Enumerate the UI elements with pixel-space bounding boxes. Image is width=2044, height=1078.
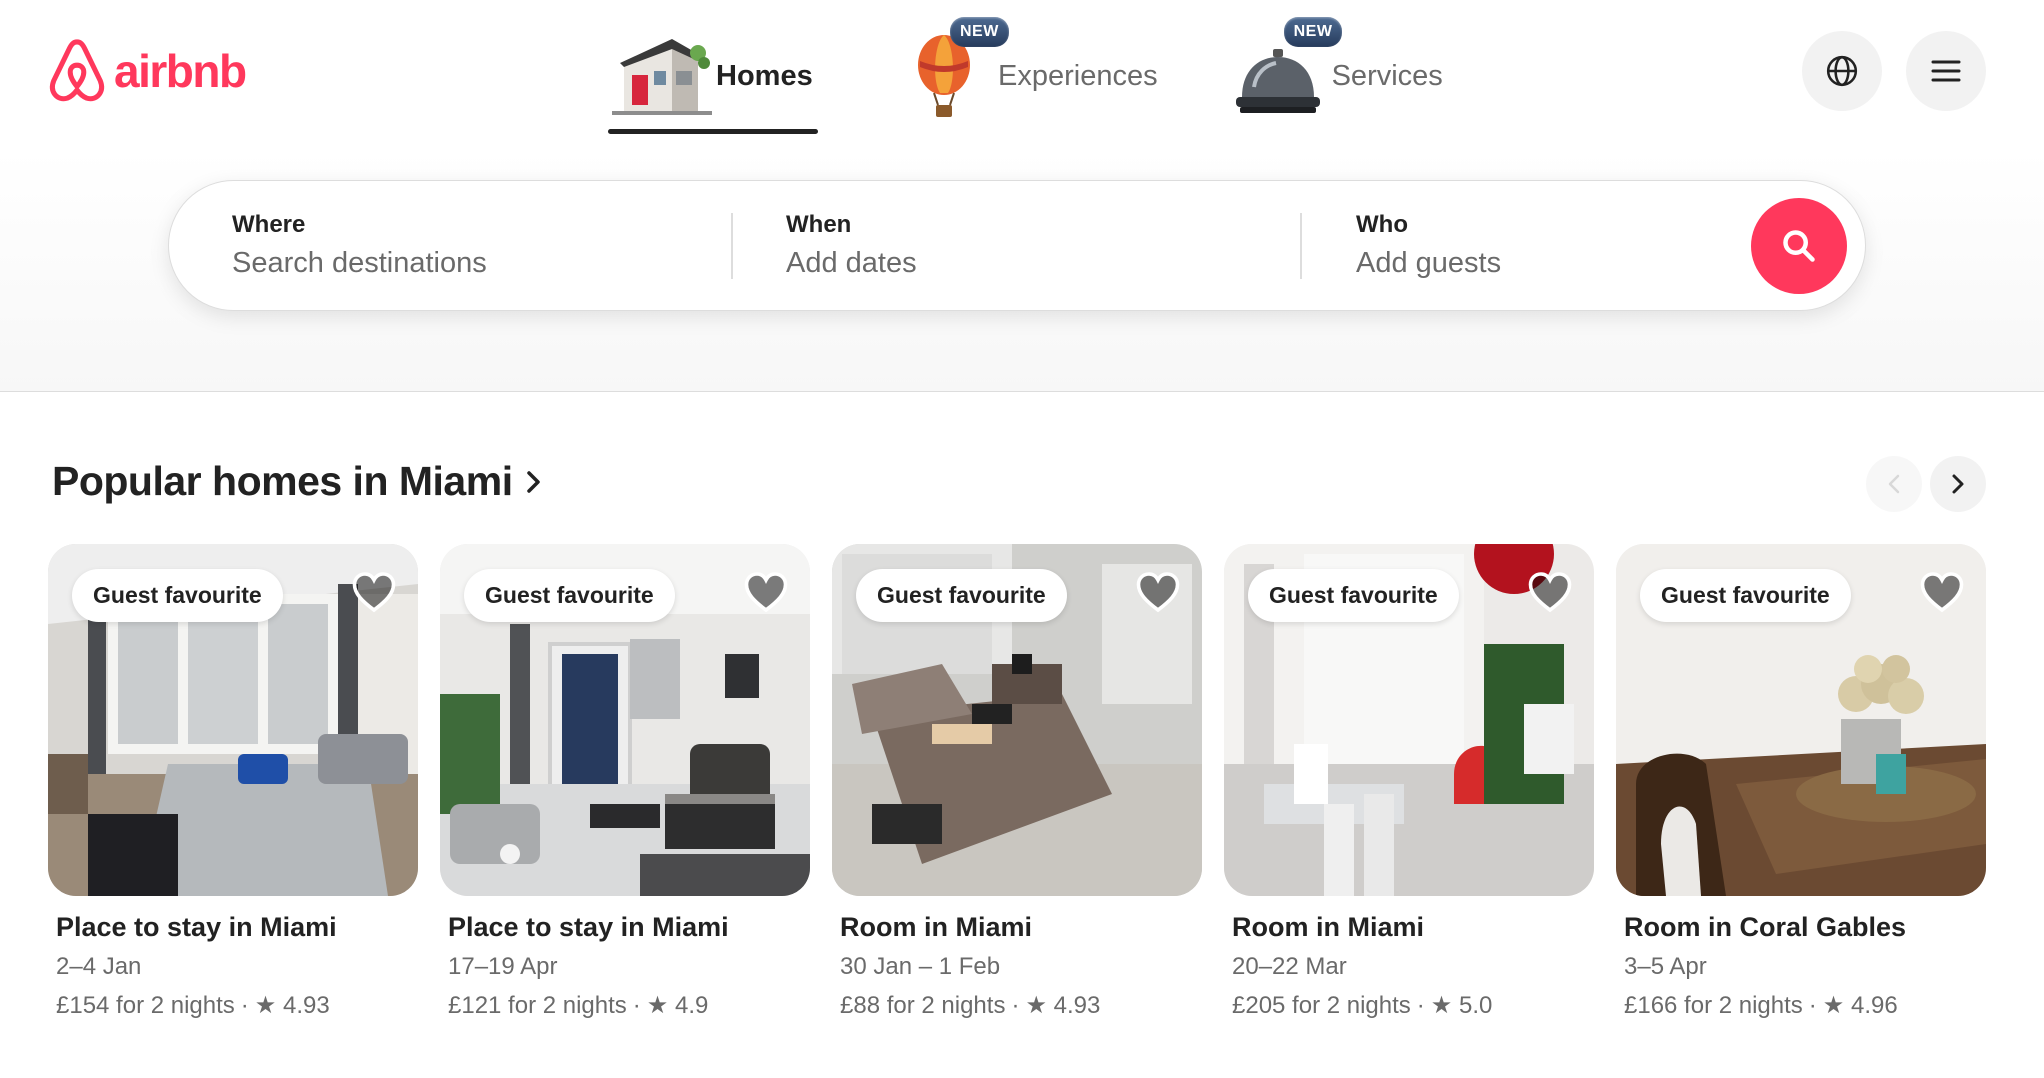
language-button[interactable] [1802,31,1882,111]
heart-icon[interactable] [1134,568,1182,616]
listing-photo[interactable]: Guest favourite [832,544,1202,896]
listing-title: Place to stay in Miami [448,912,729,942]
listing-title: Room in Miami [1232,912,1425,942]
section-title[interactable]: Popular homes in Miami [52,458,543,505]
airbnb-logo-icon [49,39,105,102]
listing-dates: 30 Jan – 1 Feb [840,953,1001,980]
star-icon: ★ [1430,992,1453,1019]
star-icon: ★ [1822,992,1845,1019]
guest-favourite-badge: Guest favourite [856,569,1067,622]
listing-photo[interactable]: Guest favourite [1616,544,1986,896]
listing-dates: 17–19 Apr [448,953,558,980]
chevron-left-icon [1888,474,1900,494]
search-icon [1783,230,1815,262]
listing-photo[interactable]: Guest favourite [440,544,810,896]
tab-experiences-label: Experiences [998,59,1158,92]
listing-card[interactable]: Guest favourite Room in Miami 30 Jan – 1… [832,544,1202,1020]
when-label: When [786,211,852,238]
category-nav: Homes NEW Experiences NEW Services [604,17,1443,134]
heart-icon[interactable] [1918,568,1966,616]
star-icon: ★ [1025,992,1047,1019]
listing-rating: 4.93 [1053,992,1101,1019]
where-placeholder: Search destinations [232,247,487,279]
listing-price-rating: £154 for 2 nights · ★ 4.93 [56,991,418,1020]
separator: · [1808,992,1817,1019]
new-badge: NEW [950,17,1009,47]
heart-icon[interactable] [1526,568,1574,616]
heart-icon[interactable] [742,568,790,616]
listing-price: £154 for 2 nights [56,992,235,1019]
listing-card[interactable]: Guest favourite Room in Coral Gables 3–5… [1616,544,1986,1020]
listing-dates: 2–4 Jan [56,953,142,980]
airbnb-logo[interactable]: airbnb [46,38,247,104]
separator: · [240,992,249,1019]
listing-title: Place to stay in Miami [56,912,337,942]
listing-rating: 4.93 [282,992,330,1019]
listing-dates: 3–5 Apr [1624,953,1707,980]
tab-experiences[interactable]: NEW Experiences [894,17,1158,132]
separator: · [1416,992,1425,1019]
guest-favourite-badge: Guest favourite [1248,569,1459,622]
hamburger-menu-icon [1931,60,1961,82]
house-icon [612,39,712,115]
brand-name: airbnb [114,45,247,97]
listing-rating: 5.0 [1458,992,1493,1019]
heart-icon[interactable] [350,568,398,616]
tab-services-label: Services [1331,59,1443,92]
search-button[interactable] [1751,198,1847,294]
where-field[interactable]: Where Search destinations [232,211,487,280]
who-label: Who [1356,211,1408,238]
listing-photo[interactable]: Guest favourite [1224,544,1594,896]
search-divider [1300,213,1302,279]
star-icon: ★ [646,992,669,1019]
when-placeholder: Add dates [786,247,917,279]
listing-price-rating: £166 for 2 nights · ★ 4.96 [1624,991,1986,1020]
chevron-right-icon [526,470,540,493]
separator: · [1011,992,1020,1019]
search-bar: Where Search destinations When Add dates… [168,180,1866,311]
header: airbnb Homes NEW Experiences NEW Service… [0,0,2044,392]
listing-price: £121 for 2 nights [448,992,627,1019]
listing-price: £205 for 2 nights [1232,992,1411,1019]
who-placeholder: Add guests [1356,247,1502,279]
chevron-right-icon [1952,474,1964,494]
new-badge: NEW [1283,17,1343,47]
guest-favourite-badge: Guest favourite [464,569,675,622]
listing-rating: 4.96 [1850,992,1898,1019]
separator: · [632,992,641,1019]
listing-card[interactable]: Guest favourite Place to stay in Miami 1… [440,544,810,1020]
tab-homes[interactable]: Homes [604,20,824,134]
listing-rating: 4.9 [674,992,709,1019]
who-field[interactable]: Who Add guests [1356,211,1501,280]
carousel-next-button[interactable] [1930,456,1986,512]
listing-price-rating: £88 for 2 nights · ★ 4.93 [840,991,1202,1020]
when-field[interactable]: When Add dates [786,211,917,280]
tab-services[interactable]: NEW Services [1228,17,1443,132]
main-menu-button[interactable] [1906,31,1986,111]
search-divider [731,213,733,279]
star-icon: ★ [254,992,277,1019]
listing-title: Room in Miami [840,912,1033,942]
listing-title: Room in Coral Gables [1624,912,1907,942]
carousel-prev-button[interactable] [1866,456,1922,512]
guest-favourite-badge: Guest favourite [72,569,283,622]
listing-price-rating: £205 for 2 nights · ★ 5.0 [1232,991,1594,1020]
section-title-text: Popular homes in Miami [52,458,513,504]
listing-price-rating: £121 for 2 nights · ★ 4.9 [448,991,810,1020]
globe-icon [1826,55,1858,87]
listing-price: £166 for 2 nights [1624,992,1803,1019]
listing-card[interactable]: Guest favourite Room in Miami 20–22 Mar … [1224,544,1594,1020]
tab-homes-label: Homes [716,59,813,92]
listing-dates: 20–22 Mar [1232,953,1347,980]
listing-photo[interactable]: Guest favourite [48,544,418,896]
listing-price: £88 for 2 nights [840,992,1006,1019]
guest-favourite-badge: Guest favourite [1640,569,1851,622]
where-label: Where [232,211,306,238]
active-tab-indicator [608,129,818,134]
listing-card[interactable]: Guest favourite Place to stay in Miami 2… [48,544,418,1020]
